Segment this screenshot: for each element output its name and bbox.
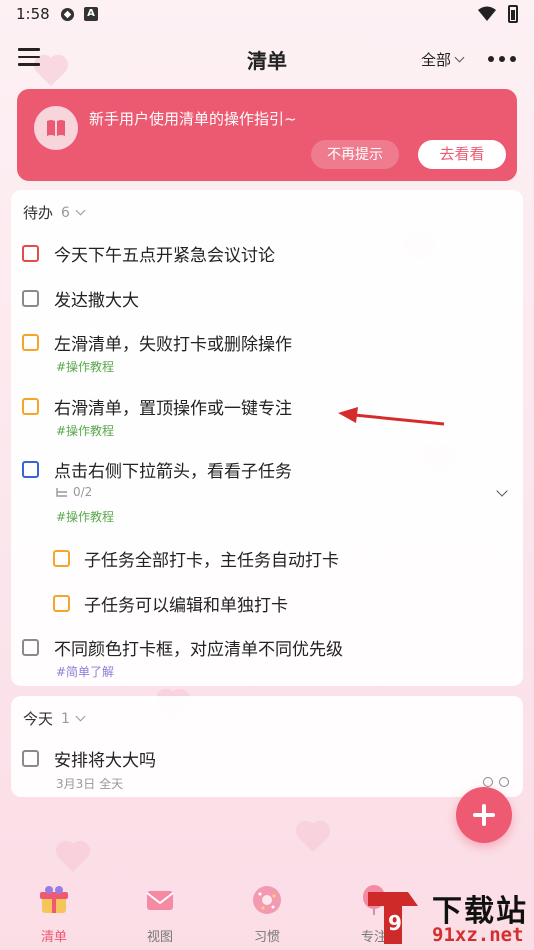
dismiss-button[interactable]: 不再提示 xyxy=(311,140,399,169)
filter-label: 全部 xyxy=(421,51,452,69)
status-time: 1:58 xyxy=(16,5,50,23)
more-options-icon[interactable] xyxy=(488,56,516,62)
section-title: 今天 xyxy=(23,710,54,728)
task-tag[interactable]: #操作教程 xyxy=(56,422,114,439)
view-guide-button[interactable]: 去看看 xyxy=(418,140,506,169)
app-header: 清单 全部 xyxy=(0,36,534,80)
nav-item-view[interactable]: 视图 xyxy=(120,878,200,945)
envelope-view-icon xyxy=(146,891,174,910)
task-item[interactable]: 不同颜色打卡框，对应清单不同优先级 #简单了解 xyxy=(11,632,523,684)
add-task-button[interactable] xyxy=(456,787,512,843)
task-checkbox[interactable] xyxy=(22,461,39,478)
task-tag[interactable]: #操作教程 xyxy=(56,358,114,375)
watermark-url: 91xz.net xyxy=(432,924,524,946)
section-title: 待办 xyxy=(23,204,54,222)
chevron-down-icon xyxy=(75,205,86,216)
todo-section-header[interactable]: 待办 6 xyxy=(23,202,86,223)
nav-label: 习惯 xyxy=(253,930,280,945)
task-checkbox[interactable] xyxy=(22,750,39,767)
subtask-icon xyxy=(56,487,67,497)
task-title: 左滑清单，失败打卡或删除操作 xyxy=(54,335,292,355)
subtask-item[interactable]: 子任务全部打卡，主任务自动打卡 xyxy=(11,543,523,573)
task-tag[interactable]: #操作教程 xyxy=(56,508,114,525)
guide-text: 新手用户使用清单的操作指引~ xyxy=(89,110,297,128)
heart-decoration-icon xyxy=(296,822,330,856)
guide-banner: 新手用户使用清单的操作指引~ 不再提示 去看看 xyxy=(17,89,517,181)
repeat-icon xyxy=(483,777,509,787)
battery-icon xyxy=(508,5,518,23)
chevron-down-icon xyxy=(454,52,465,63)
gift-list-icon xyxy=(40,886,68,913)
task-item[interactable]: 发达撒大大 xyxy=(11,283,523,313)
status-bar: 1:58 A xyxy=(0,0,534,30)
book-icon xyxy=(34,106,78,150)
task-title: 右滑清单，置顶操作或一键专注 xyxy=(54,399,292,419)
today-section-header[interactable]: 今天 1 xyxy=(23,708,86,729)
shield-status-icon xyxy=(60,7,75,22)
donut-habit-icon xyxy=(253,886,281,914)
subtask-title: 子任务可以编辑和单独打卡 xyxy=(84,596,288,616)
today-section: 今天 1 安排将大大吗 3月3日 全天 xyxy=(11,696,523,797)
subtask-checkbox[interactable] xyxy=(53,595,70,612)
chevron-down-icon xyxy=(75,711,86,722)
task-title: 点击右侧下拉箭头，看看子任务 xyxy=(54,462,292,482)
task-date: 3月3日 全天 xyxy=(56,777,124,791)
task-title: 今天下午五点开紧急会议讨论 xyxy=(54,246,275,266)
subtask-title: 子任务全部打卡，主任务自动打卡 xyxy=(84,551,339,571)
task-checkbox[interactable] xyxy=(22,290,39,307)
subtask-progress: 0/2 xyxy=(56,485,92,499)
task-checkbox[interactable] xyxy=(22,639,39,656)
filter-dropdown[interactable]: 全部 xyxy=(421,49,465,70)
watermark-logo-icon: 9 xyxy=(368,892,418,944)
section-count: 1 xyxy=(61,710,70,727)
task-item[interactable]: 安排将大大吗 3月3日 全天 xyxy=(11,745,523,795)
section-count: 6 xyxy=(61,204,70,221)
task-checkbox[interactable] xyxy=(22,245,39,262)
task-item[interactable]: 点击右侧下拉箭头，看看子任务 0/2 #操作教程 xyxy=(11,454,523,526)
task-tag[interactable]: #简单了解 xyxy=(56,663,114,680)
watermark: 9 下载站 91xz.net xyxy=(362,880,534,950)
wifi-icon xyxy=(478,6,496,21)
task-title: 不同颜色打卡框，对应清单不同优先级 xyxy=(54,640,343,660)
task-checkbox[interactable] xyxy=(22,334,39,351)
subtask-checkbox[interactable] xyxy=(53,550,70,567)
nav-label: 清单 xyxy=(40,930,67,945)
task-item[interactable]: 今天下午五点开紧急会议讨论 xyxy=(11,238,523,268)
expand-subtasks-icon[interactable] xyxy=(496,485,508,497)
task-title: 发达撒大大 xyxy=(54,291,139,311)
subtask-progress-text: 0/2 xyxy=(73,485,93,499)
nav-item-list[interactable]: 清单 xyxy=(14,878,94,945)
svg-text:9: 9 xyxy=(388,911,402,935)
task-item[interactable]: 右滑清单，置顶操作或一键专注 #操作教程 xyxy=(11,391,523,443)
task-checkbox[interactable] xyxy=(22,398,39,415)
app-notification-icon: A xyxy=(84,7,98,21)
task-item[interactable]: 左滑清单，失败打卡或删除操作 #操作教程 xyxy=(11,327,523,379)
nav-item-habit[interactable]: 习惯 xyxy=(227,878,307,945)
nav-label: 视图 xyxy=(146,930,173,945)
task-title: 安排将大大吗 xyxy=(54,751,156,771)
subtask-item[interactable]: 子任务可以编辑和单独打卡 xyxy=(11,588,523,618)
heart-decoration-icon xyxy=(56,842,90,876)
todo-section: 待办 6 今天下午五点开紧急会议讨论 发达撒大大 左滑清单，失败打卡或删除操作 … xyxy=(11,190,523,686)
